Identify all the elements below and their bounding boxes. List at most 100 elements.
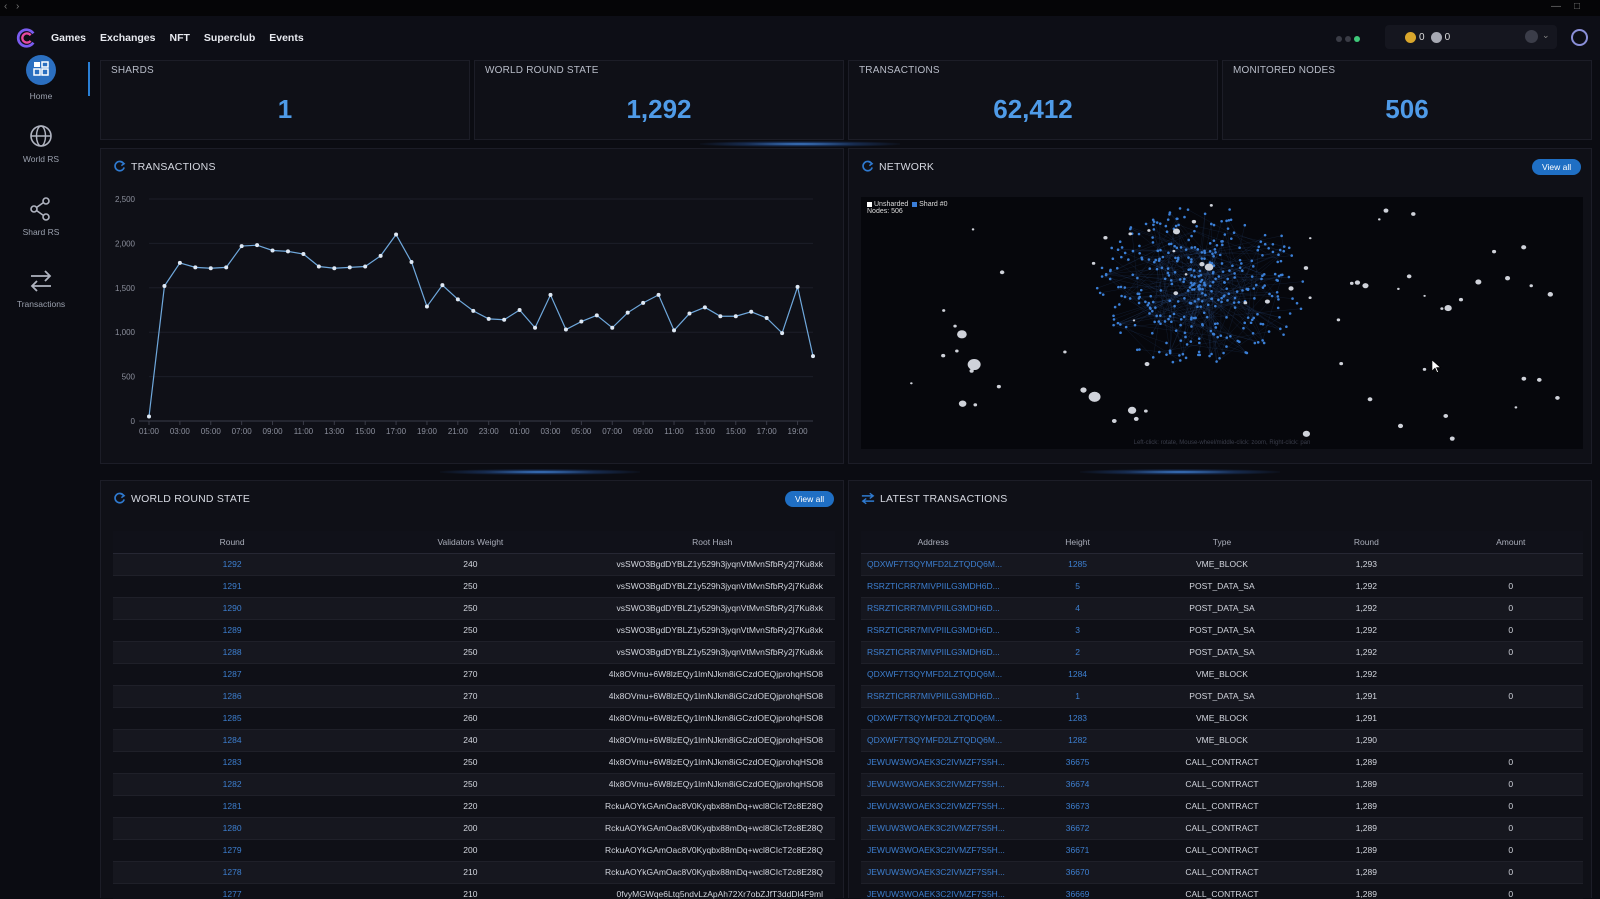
graph-node[interactable]	[1182, 353, 1185, 356]
graph-node[interactable]	[1148, 258, 1151, 261]
graph-node[interactable]	[1185, 248, 1188, 251]
graph-node[interactable]	[1210, 223, 1213, 226]
graph-node[interactable]	[1109, 278, 1112, 281]
graph-node[interactable]	[1164, 320, 1167, 323]
graph-node[interactable]	[1214, 277, 1217, 280]
nav-superclub[interactable]: Superclub	[204, 32, 255, 44]
graph-node[interactable]	[1264, 243, 1267, 246]
graph-node[interactable]	[1368, 397, 1373, 401]
graph-node[interactable]	[1237, 301, 1240, 304]
graph-node[interactable]	[1233, 276, 1236, 279]
graph-node[interactable]	[1136, 349, 1139, 352]
graph-node[interactable]	[1177, 258, 1180, 261]
graph-node[interactable]	[1173, 245, 1176, 248]
graph-node[interactable]	[1262, 323, 1265, 326]
graph-node[interactable]	[1210, 290, 1213, 293]
graph-node[interactable]	[1109, 269, 1112, 272]
graph-node[interactable]	[1309, 237, 1312, 239]
graph-node[interactable]	[1116, 267, 1119, 270]
graph-node[interactable]	[1112, 324, 1115, 327]
graph-node[interactable]	[1274, 273, 1277, 276]
round-cell[interactable]: 1280	[113, 817, 351, 839]
address-cell[interactable]: RSRZTICRR7MIVPIILG3MDH6D...	[861, 619, 1005, 641]
graph-node[interactable]	[1280, 235, 1283, 238]
table-row[interactable]: 12842404lx8OVmu+6W8lzEQy1lmNJkm8iGCzdOEQ…	[113, 729, 835, 751]
graph-node[interactable]	[1263, 342, 1266, 345]
graph-node[interactable]	[1190, 261, 1193, 264]
graph-node[interactable]	[1537, 378, 1542, 382]
graph-node[interactable]	[1445, 305, 1452, 311]
table-row[interactable]: JEWUW3WOAEK3C2IVMZF7S5H...36670CALL_CONT…	[861, 861, 1583, 883]
graph-node[interactable]	[1129, 297, 1132, 300]
table-row[interactable]: JEWUW3WOAEK3C2IVMZF7S5H...36669CALL_CONT…	[861, 883, 1583, 899]
round-cell[interactable]: 1292	[113, 553, 351, 575]
graph-node[interactable]	[1166, 230, 1169, 233]
table-row[interactable]: RSRZTICRR7MIVPIILG3MDH6D...4POST_DATA_SA…	[861, 597, 1583, 619]
graph-node[interactable]	[1423, 368, 1426, 371]
graph-node[interactable]	[1219, 254, 1222, 257]
graph-node[interactable]	[1350, 282, 1354, 285]
table-row[interactable]: QDXWF7T3QYMFD2LZTQDQ6M...1283VME_BLOCK1,…	[861, 707, 1583, 729]
graph-node[interactable]	[1153, 321, 1156, 324]
graph-node[interactable]	[1138, 252, 1141, 255]
graph-node[interactable]	[910, 382, 913, 384]
graph-node[interactable]	[1242, 327, 1245, 330]
graph-node[interactable]	[1362, 283, 1368, 288]
graph-node[interactable]	[1288, 276, 1291, 279]
data-point[interactable]	[718, 314, 722, 318]
data-point[interactable]	[286, 249, 290, 253]
graph-node[interactable]	[1210, 204, 1213, 207]
graph-node[interactable]	[1119, 323, 1122, 326]
round-cell[interactable]: 1286	[113, 685, 351, 707]
graph-node[interactable]	[1267, 247, 1270, 250]
graph-node[interactable]	[1190, 340, 1193, 343]
graph-node[interactable]	[1548, 292, 1553, 297]
graph-node[interactable]	[1272, 251, 1275, 254]
graph-node[interactable]	[1177, 300, 1180, 303]
graph-node[interactable]	[1186, 343, 1189, 346]
data-point[interactable]	[363, 264, 367, 268]
graph-node[interactable]	[1158, 351, 1161, 354]
round-cell[interactable]: 1283	[113, 751, 351, 773]
data-point[interactable]	[533, 326, 537, 330]
graph-node[interactable]	[1117, 322, 1120, 325]
graph-node[interactable]	[1120, 256, 1123, 259]
graph-node[interactable]	[1154, 259, 1157, 262]
graph-node[interactable]	[1159, 322, 1162, 325]
graph-node[interactable]	[997, 385, 1001, 388]
data-point[interactable]	[271, 249, 275, 253]
table-row[interactable]: 1290250vsSWO3BgdDYBLZ1y529h3jyqnVtMvnSfb…	[113, 597, 835, 619]
graph-node[interactable]	[1176, 247, 1179, 250]
graph-node[interactable]	[1278, 316, 1281, 319]
height-cell[interactable]: 1283	[1005, 707, 1149, 729]
graph-node[interactable]	[1167, 318, 1170, 321]
graph-node[interactable]	[1159, 314, 1162, 317]
graph-node[interactable]	[973, 403, 977, 406]
graph-node[interactable]	[1207, 304, 1210, 307]
graph-node[interactable]	[1201, 251, 1204, 254]
graph-node[interactable]	[1148, 302, 1151, 305]
height-cell[interactable]: 1284	[1005, 663, 1149, 685]
graph-node[interactable]	[1152, 223, 1155, 226]
data-point[interactable]	[703, 305, 707, 309]
round-cell[interactable]: 1289	[113, 619, 351, 641]
graph-node[interactable]	[1254, 342, 1257, 345]
graph-node[interactable]	[1397, 288, 1400, 290]
data-point[interactable]	[564, 328, 568, 332]
graph-node[interactable]	[1193, 276, 1196, 279]
graph-node[interactable]	[1158, 258, 1161, 261]
graph-node[interactable]	[1144, 409, 1148, 412]
table-row[interactable]: 12832504lx8OVmu+6W8lzEQy1lmNJkm8iGCzdOEQ…	[113, 751, 835, 773]
graph-node[interactable]	[1147, 229, 1150, 232]
graph-node[interactable]	[1198, 342, 1201, 345]
graph-node[interactable]	[1222, 270, 1225, 273]
graph-node[interactable]	[1127, 258, 1130, 261]
graph-node[interactable]	[1162, 256, 1165, 259]
graph-node[interactable]	[1277, 298, 1280, 301]
graph-node[interactable]	[1182, 280, 1185, 283]
graph-node[interactable]	[1184, 331, 1187, 334]
graph-node[interactable]	[1220, 301, 1223, 304]
graph-node[interactable]	[1246, 352, 1249, 355]
graph-node[interactable]	[1218, 275, 1221, 278]
graph-node[interactable]	[1167, 272, 1170, 275]
